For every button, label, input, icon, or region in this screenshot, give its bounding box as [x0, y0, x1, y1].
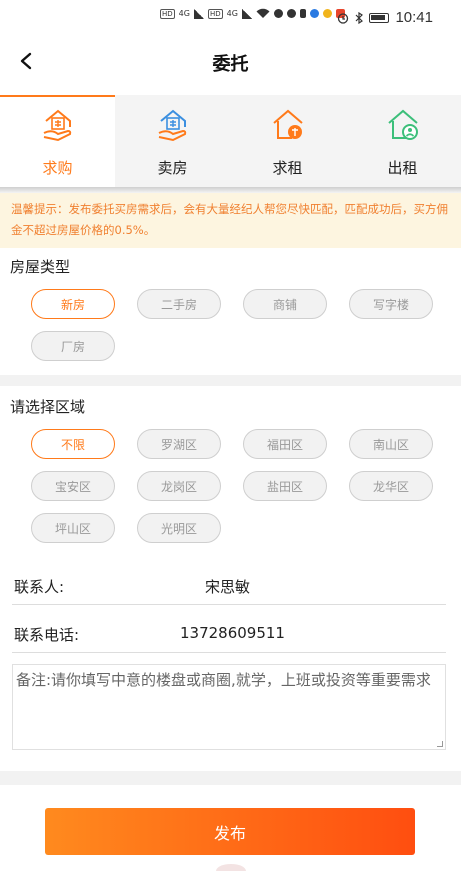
sell-house-icon [158, 109, 186, 142]
status-bar: HD 4G HD 4G 10:41 [0, 0, 461, 34]
tab-rent-out[interactable]: 出租 [345, 95, 460, 187]
status-right-icons: 10:41 [337, 9, 433, 26]
region-option[interactable]: 龙岗区 [137, 471, 221, 501]
status-time: 10:41 [395, 9, 433, 26]
wechat-icon [273, 9, 283, 18]
tab-rent-seek-label: 求租 [272, 159, 303, 177]
floating-icon-peek [216, 864, 246, 871]
bluetooth-icon [356, 11, 364, 24]
hd-badge-2: HD [207, 8, 223, 19]
wifi-icon [256, 8, 270, 18]
resize-handle[interactable] [437, 741, 443, 747]
contact-name-field[interactable]: 宋思敏 [205, 576, 250, 597]
house-type-option[interactable]: 写字楼 [349, 289, 433, 319]
section-separator [0, 375, 461, 386]
region-option[interactable]: 坪山区 [31, 513, 115, 543]
region-option[interactable]: 盐田区 [243, 471, 327, 501]
remark-textarea[interactable]: 备注:请你填写中意的楼盘或商圈,就学，上班或投资等重要需求 [12, 664, 446, 750]
nav-bar: 委托 [0, 34, 461, 92]
browser-icon [322, 9, 332, 18]
tab-rent-out-label: 出租 [387, 159, 418, 177]
notification-icon [299, 9, 306, 18]
house-type-title: 房屋类型 [10, 258, 71, 276]
battery-icon [369, 12, 390, 23]
rent-seek-icon [272, 109, 303, 139]
status-left-icons: HD 4G HD 4G [160, 8, 345, 19]
alarm-icon [338, 12, 349, 24]
section-separator [0, 771, 461, 785]
tab-rent-seek[interactable]: 求租 [230, 95, 345, 187]
app-icon [309, 9, 319, 18]
publish-button[interactable]: 发布 [45, 808, 415, 855]
tab-bar: 求购 卖房 求租 出租 [0, 95, 461, 187]
house-type-option[interactable]: 新房 [31, 289, 115, 319]
signal-4g-label: 4G [178, 9, 190, 18]
tab-buy-label: 求购 [42, 159, 73, 177]
contact-phone-label: 联系电话: [14, 626, 80, 644]
contact-name-label: 联系人: [14, 578, 65, 596]
house-type-option[interactable]: 商铺 [243, 289, 327, 319]
region-option[interactable]: 罗湖区 [137, 429, 221, 459]
tab-sell[interactable]: 卖房 [115, 95, 230, 187]
page-title: 委托 [212, 54, 249, 75]
tab-sell-label: 卖房 [157, 159, 188, 177]
region-option[interactable]: 龙华区 [349, 471, 433, 501]
region-title: 请选择区域 [10, 398, 86, 416]
buy-house-icon [43, 109, 71, 142]
rent-out-icon [387, 109, 418, 140]
divider [12, 604, 446, 605]
house-type-option[interactable]: 厂房 [31, 331, 115, 361]
contact-phone-field[interactable]: 13728609511 [180, 624, 285, 642]
divider [12, 652, 446, 653]
notice-banner: 温馨提示：发布委托买房需求后，会有大量经纪人帮您尽快匹配，匹配成功后，买方佣金不… [0, 193, 461, 248]
hd-badge: HD [160, 8, 175, 19]
tab-active-indicator [0, 95, 115, 97]
signal-icon-2 [241, 8, 252, 19]
region-option[interactable]: 光明区 [137, 513, 221, 543]
chat-icon [286, 9, 296, 18]
signal-4g-label-2: 4G [226, 9, 238, 18]
region-option[interactable]: 不限 [31, 429, 115, 459]
remark-placeholder: 备注:请你填写中意的楼盘或商圈,就学，上班或投资等重要需求 [16, 671, 431, 689]
region-option[interactable]: 南山区 [349, 429, 433, 459]
tab-buy[interactable]: 求购 [0, 95, 115, 187]
house-type-option[interactable]: 二手房 [137, 289, 221, 319]
region-option[interactable]: 宝安区 [31, 471, 115, 501]
signal-icon [193, 8, 204, 19]
region-option[interactable]: 福田区 [243, 429, 327, 459]
